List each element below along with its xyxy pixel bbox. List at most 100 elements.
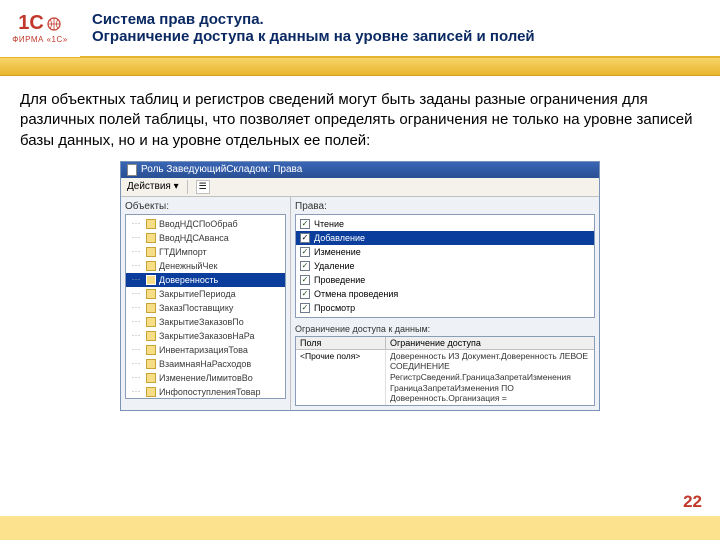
slide-title: Система прав доступа. Ограничение доступ… — [80, 7, 547, 49]
tree-expander-icon[interactable]: ⋯ — [129, 358, 143, 369]
document-icon — [127, 164, 137, 176]
toolbar-separator — [187, 180, 188, 194]
slide-header: 1С ФИРМА «1С» Система прав доступа. Огра… — [0, 0, 720, 58]
page-number: 22 — [683, 492, 702, 512]
tree-item[interactable]: ⋯ ИнфопоступленияТовар — [126, 385, 285, 399]
right-label: Просмотр — [314, 303, 355, 313]
tree-item-label: ДенежныйЧек — [159, 261, 217, 271]
tree-item[interactable]: ⋯ ЗакрытиеЗаказовПо — [126, 315, 285, 329]
tree-item-label: ИнфопоступленияТовар — [159, 387, 260, 397]
col-restriction: Ограничение доступа — [386, 337, 594, 350]
object-icon — [146, 261, 156, 271]
right-label: Изменение — [314, 247, 361, 257]
tree-expander-icon[interactable]: ⋯ — [129, 386, 143, 397]
object-icon — [146, 289, 156, 299]
tree-item[interactable]: ⋯ ЗакрытиеПериода — [126, 287, 285, 301]
tree-item-label: ВзаимнаяНаРасходов — [159, 359, 251, 369]
tree-item[interactable]: ⋯ ВводНДСАванса — [126, 231, 285, 245]
object-icon — [146, 345, 156, 355]
tree-expander-icon[interactable]: ⋯ — [129, 316, 143, 327]
objects-title: Объекты: — [125, 201, 286, 212]
page-footer: 22 — [0, 488, 720, 516]
tree-item[interactable]: ⋯ ЗаказПоставщику — [126, 301, 285, 315]
tree-expander-icon[interactable]: ⋯ — [129, 218, 143, 229]
tree-expander-icon[interactable]: ⋯ — [129, 288, 143, 299]
tree-expander-icon[interactable]: ⋯ — [129, 344, 143, 355]
right-item[interactable]: ✓ Добавление — [296, 231, 594, 245]
checkbox-icon[interactable]: ✓ — [300, 261, 310, 271]
cell-fields: <Прочие поля> — [296, 350, 386, 405]
objects-tree[interactable]: ⋯ВводНДСПоОбраб⋯ВводНДСАванса⋯ГТДИмпорт⋯… — [125, 214, 286, 399]
title-line1: Система прав доступа. — [92, 11, 535, 28]
tree-item-label: ГТДИмпорт — [159, 247, 207, 257]
title-line2: Ограничение доступа к данным на уровне з… — [92, 28, 535, 45]
toolbar: Действия ▾ ☰ — [121, 178, 599, 197]
app-window: Роль ЗаведующийСкладом: Права Действия ▾… — [120, 161, 600, 411]
tree-expander-icon[interactable]: ⋯ — [129, 274, 143, 285]
globe-icon — [46, 16, 62, 32]
logo: 1С ФИРМА «1С» — [0, 0, 80, 57]
object-icon — [146, 359, 156, 369]
tree-item[interactable]: ⋯ ИнвентаризацияТова — [126, 343, 285, 357]
object-icon — [146, 373, 156, 383]
tree-item[interactable]: ⋯ИзменениеЛимитовВо — [126, 371, 285, 385]
tree-item[interactable]: ⋯ ГТДИмпорт — [126, 245, 285, 259]
actions-menu[interactable]: Действия ▾ — [127, 181, 179, 192]
right-label: Отмена проведения — [314, 289, 398, 299]
checkbox-icon[interactable]: ✓ — [300, 219, 310, 229]
tree-item[interactable]: ⋯ ДенежныйЧек — [126, 259, 285, 273]
tree-item[interactable]: ⋯ ВзаимнаяНаРасходов — [126, 357, 285, 371]
object-icon — [146, 233, 156, 243]
slide-content: Для объектных таблиц и регистров сведени… — [0, 76, 720, 516]
checkbox-icon[interactable]: ✓ — [300, 233, 310, 243]
tree-expander-icon[interactable]: ⋯ — [129, 330, 143, 341]
checkbox-icon[interactable]: ✓ — [300, 275, 310, 285]
right-item[interactable]: ✓ Чтение — [296, 217, 594, 231]
object-icon — [146, 387, 156, 397]
tree-expander-icon[interactable]: ⋯ — [129, 260, 143, 271]
right-item[interactable]: ✓ Проведение — [296, 273, 594, 287]
restriction-table[interactable]: Поля Ограничение доступа <Прочие поля> Д… — [295, 336, 595, 406]
checkbox-icon[interactable]: ✓ — [300, 289, 310, 299]
logo-sub: ФИРМА «1С» — [12, 35, 67, 44]
tree-item-label: Доверенность — [159, 275, 218, 285]
object-icon — [146, 219, 156, 229]
tree-item[interactable]: ⋯ Доверенность — [126, 273, 285, 287]
right-label: Чтение — [314, 219, 344, 229]
tree-item[interactable]: ⋯ВводНДСПоОбраб — [126, 217, 285, 231]
objects-pane: Объекты: ⋯ВводНДСПоОбраб⋯ВводНДСАванса⋯Г… — [121, 197, 291, 410]
tree-expander-icon[interactable]: ⋯ — [129, 302, 143, 313]
tree-expander-icon[interactable]: ⋯ — [129, 232, 143, 243]
rights-list[interactable]: ✓ Чтение ✓ Добавление ✓ Изменение ✓ Удаление ✓ Пр… — [295, 214, 595, 318]
tree-item-label: ЗакрытиеЗаказовПо — [159, 317, 244, 327]
tree-item-label: ЗаказПоставщику — [159, 303, 233, 313]
object-icon — [146, 331, 156, 341]
tree-expander-icon[interactable]: ⋯ — [129, 246, 143, 257]
tree-expander-icon[interactable]: ⋯ — [129, 372, 143, 383]
object-icon — [146, 275, 156, 285]
right-label: Проведение — [314, 275, 365, 285]
right-item[interactable]: ✓ Просмотр — [296, 301, 594, 315]
right-label: Добавление — [314, 233, 365, 243]
window-titlebar[interactable]: Роль ЗаведующийСкладом: Права — [121, 162, 599, 178]
template-tool-icon[interactable]: ☰ — [196, 180, 210, 194]
rights-title: Права: — [295, 201, 595, 212]
col-fields: Поля — [296, 337, 386, 350]
tree-item-label: ИнвентаризацияТова — [159, 345, 248, 355]
description-text: Для объектных таблиц и регистров сведени… — [20, 90, 700, 151]
checkbox-icon[interactable]: ✓ — [300, 247, 310, 257]
rights-pane: Права: ✓ Чтение ✓ Добавление ✓ Изменение ✓ Удал… — [291, 197, 599, 410]
tree-item-label: ЗакрытиеПериода — [159, 289, 236, 299]
right-item[interactable]: ✓ Изменение — [296, 245, 594, 259]
table-row[interactable]: <Прочие поля> Доверенность ИЗ Документ.Д… — [296, 350, 594, 405]
right-item[interactable]: ✓ Отмена проведения — [296, 287, 594, 301]
checkbox-icon[interactable]: ✓ — [300, 303, 310, 313]
cell-restriction: Доверенность ИЗ Документ.Доверенность ЛЕ… — [386, 350, 594, 405]
ribbon — [0, 58, 720, 76]
right-item[interactable]: ✓ Удаление — [296, 259, 594, 273]
tree-item[interactable]: ⋯ ЗакрытиеЗаказовНаРа — [126, 329, 285, 343]
restriction-label: Ограничение доступа к данным: — [295, 324, 595, 334]
tree-item-label: ЗакрытиеЗаказовНаРа — [159, 331, 255, 341]
right-label: Удаление — [314, 261, 355, 271]
tree-item-label: ВводНДСАванса — [159, 233, 229, 243]
